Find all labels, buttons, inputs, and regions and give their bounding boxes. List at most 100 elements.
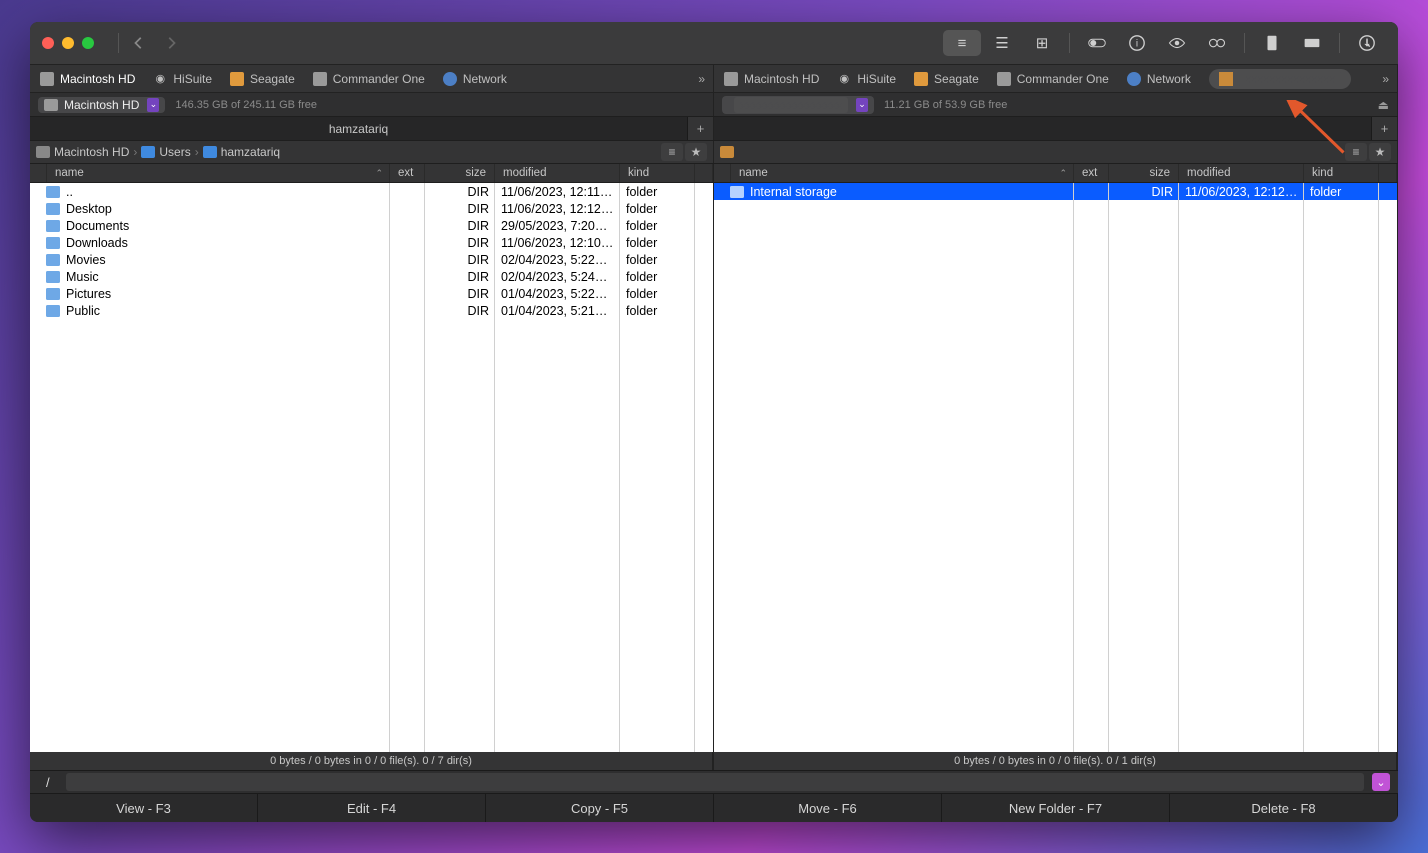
- col-kind-r[interactable]: kind: [1304, 164, 1379, 182]
- file-list-right[interactable]: Internal storageDIR11/06/2023, 12:12…fol…: [714, 183, 1397, 752]
- drive-free-left: 146.35 GB of 245.11 GB free: [175, 99, 317, 111]
- loc-mac-r[interactable]: Macintosh HD: [724, 72, 819, 86]
- delete-button[interactable]: Delete - F8: [1170, 794, 1398, 822]
- brief-view-icon-r[interactable]: ≡: [1345, 143, 1367, 161]
- crumb-users[interactable]: Users: [141, 145, 190, 159]
- tabs-row: hamzatariq + +: [30, 117, 1398, 141]
- loc-seagate[interactable]: Seagate: [230, 72, 295, 86]
- quicklook-icon[interactable]: [1158, 30, 1196, 56]
- file-row[interactable]: MusicDIR02/04/2023, 5:24…folder: [30, 268, 713, 285]
- info-icon[interactable]: i: [1118, 30, 1156, 56]
- loc-mac[interactable]: Macintosh HD: [40, 72, 135, 86]
- window-controls: [42, 37, 94, 49]
- file-row[interactable]: PicturesDIR01/04/2023, 5:22…folder: [30, 285, 713, 302]
- edit-button[interactable]: Edit - F4: [258, 794, 486, 822]
- folder-icon: [46, 220, 60, 232]
- fav-icon[interactable]: ★: [685, 143, 707, 161]
- eject-icon[interactable]: ⏏: [1378, 98, 1389, 112]
- col-kind[interactable]: kind: [620, 164, 695, 182]
- app-window: ≡ ☰ ⊞ i: [30, 22, 1398, 822]
- connections-icon[interactable]: [1293, 30, 1331, 56]
- col-name[interactable]: name⌃: [47, 164, 390, 182]
- loc-hisuite-r[interactable]: ◉HiSuite: [837, 72, 896, 86]
- pane-right: Internal storageDIR11/06/2023, 12:12…fol…: [714, 183, 1398, 770]
- file-list-left[interactable]: ..DIR11/06/2023, 12:11…folderDesktopDIR1…: [30, 183, 713, 752]
- view-list-icon[interactable]: ≡: [943, 30, 981, 56]
- nav-back-button[interactable]: [125, 30, 153, 56]
- folder-icon: [730, 186, 744, 198]
- titlebar: ≡ ☰ ⊞ i: [30, 22, 1398, 65]
- tab-right[interactable]: [714, 117, 1371, 140]
- view-columns-icon[interactable]: ☰: [983, 30, 1021, 56]
- brief-view-icon[interactable]: ≡: [661, 143, 683, 161]
- file-row[interactable]: DocumentsDIR29/05/2023, 7:20…folder: [30, 217, 713, 234]
- drive-selector-left[interactable]: Macintosh HD ⌄: [38, 97, 165, 113]
- status-left: 0 bytes / 0 bytes in 0 / 0 file(s). 0 / …: [30, 752, 713, 770]
- folder-icon: [46, 288, 60, 300]
- loc-commander[interactable]: Commander One: [313, 72, 425, 86]
- queue-icon[interactable]: [1348, 30, 1386, 56]
- view-button[interactable]: View - F3: [30, 794, 258, 822]
- loc-commander-r[interactable]: Commander One: [997, 72, 1109, 86]
- file-panes: ..DIR11/06/2023, 12:11…folderDesktopDIR1…: [30, 183, 1398, 770]
- tab-left[interactable]: hamzatariq: [30, 117, 687, 140]
- drive-selector-row: Macintosh HD ⌄ 146.35 GB of 245.11 GB fr…: [30, 93, 1398, 117]
- col-size-r[interactable]: size: [1109, 164, 1179, 182]
- col-size[interactable]: size: [425, 164, 495, 182]
- crumb-phone[interactable]: [720, 146, 734, 158]
- file-row[interactable]: PublicDIR01/04/2023, 5:21…folder: [30, 302, 713, 319]
- drive-selector-right[interactable]: xxxxxxxxxxxxxxxxx ⌄: [722, 96, 874, 114]
- archive-icon[interactable]: [1253, 30, 1291, 56]
- search-icon[interactable]: [1198, 30, 1236, 56]
- nav-forward-button[interactable]: [157, 30, 185, 56]
- loc-phone-r[interactable]: xxxxxxxxxxxxxxx: [1209, 69, 1351, 89]
- newfolder-button[interactable]: New Folder - F7: [942, 794, 1170, 822]
- folder-icon: [46, 254, 60, 266]
- move-button[interactable]: Move - F6: [714, 794, 942, 822]
- loc-seagate-r[interactable]: Seagate: [914, 72, 979, 86]
- file-row[interactable]: MoviesDIR02/04/2023, 5:22…folder: [30, 251, 713, 268]
- view-grid-icon[interactable]: ⊞: [1023, 30, 1061, 56]
- folder-icon: [46, 186, 60, 198]
- cmd-prefix: /: [38, 775, 58, 790]
- breadcrumb-row: Macintosh HD › Users › hamzatariq ≡ ★ ≡ …: [30, 141, 1398, 164]
- folder-icon: [46, 237, 60, 249]
- cmd-run-icon[interactable]: ⌄: [1372, 773, 1390, 791]
- locations-overflow-icon[interactable]: »: [698, 72, 705, 86]
- pane-left: ..DIR11/06/2023, 12:11…folderDesktopDIR1…: [30, 183, 714, 770]
- file-row[interactable]: DownloadsDIR11/06/2023, 12:10…folder: [30, 234, 713, 251]
- drive-free-right: 11.21 GB of 53.9 GB free: [884, 99, 1007, 111]
- status-right: 0 bytes / 0 bytes in 0 / 0 file(s). 0 / …: [714, 752, 1397, 770]
- col-ext[interactable]: ext: [390, 164, 425, 182]
- col-name-r[interactable]: name⌃: [731, 164, 1074, 182]
- cmd-input[interactable]: [66, 773, 1364, 791]
- col-mod[interactable]: modified: [495, 164, 620, 182]
- loc-hisuite[interactable]: ◉HiSuite: [153, 72, 212, 86]
- crumb-user[interactable]: hamzatariq: [203, 145, 280, 159]
- folder-icon: [46, 203, 60, 215]
- fav-icon-r[interactable]: ★: [1369, 143, 1391, 161]
- maximize-icon[interactable]: [82, 37, 94, 49]
- locations-left: Macintosh HD ◉HiSuite Seagate Commander …: [30, 65, 714, 92]
- new-tab-left[interactable]: +: [687, 117, 713, 140]
- cmd-line: / ⌄: [30, 770, 1398, 794]
- locations-right: Macintosh HD ◉HiSuite Seagate Commander …: [714, 65, 1398, 92]
- crumb-hdd[interactable]: Macintosh HD: [36, 145, 129, 159]
- toggle-hidden-icon[interactable]: [1078, 30, 1116, 56]
- locations-overflow-icon-r[interactable]: »: [1382, 72, 1389, 86]
- minimize-icon[interactable]: [62, 37, 74, 49]
- close-icon[interactable]: [42, 37, 54, 49]
- footer: View - F3 Edit - F4 Copy - F5 Move - F6 …: [30, 794, 1398, 822]
- drive-label-left: Macintosh HD: [64, 98, 139, 112]
- column-headers: name⌃ ext size modified kind name⌃ ext s…: [30, 164, 1398, 183]
- file-row[interactable]: Internal storageDIR11/06/2023, 12:12…fol…: [714, 183, 1397, 200]
- new-tab-right[interactable]: +: [1371, 117, 1397, 140]
- copy-button[interactable]: Copy - F5: [486, 794, 714, 822]
- col-mod-r[interactable]: modified: [1179, 164, 1304, 182]
- svg-text:i: i: [1136, 39, 1138, 50]
- col-ext-r[interactable]: ext: [1074, 164, 1109, 182]
- loc-network[interactable]: Network: [443, 72, 507, 86]
- loc-network-r[interactable]: Network: [1127, 72, 1191, 86]
- file-row[interactable]: DesktopDIR11/06/2023, 12:12…folder: [30, 200, 713, 217]
- file-row[interactable]: ..DIR11/06/2023, 12:11…folder: [30, 183, 713, 200]
